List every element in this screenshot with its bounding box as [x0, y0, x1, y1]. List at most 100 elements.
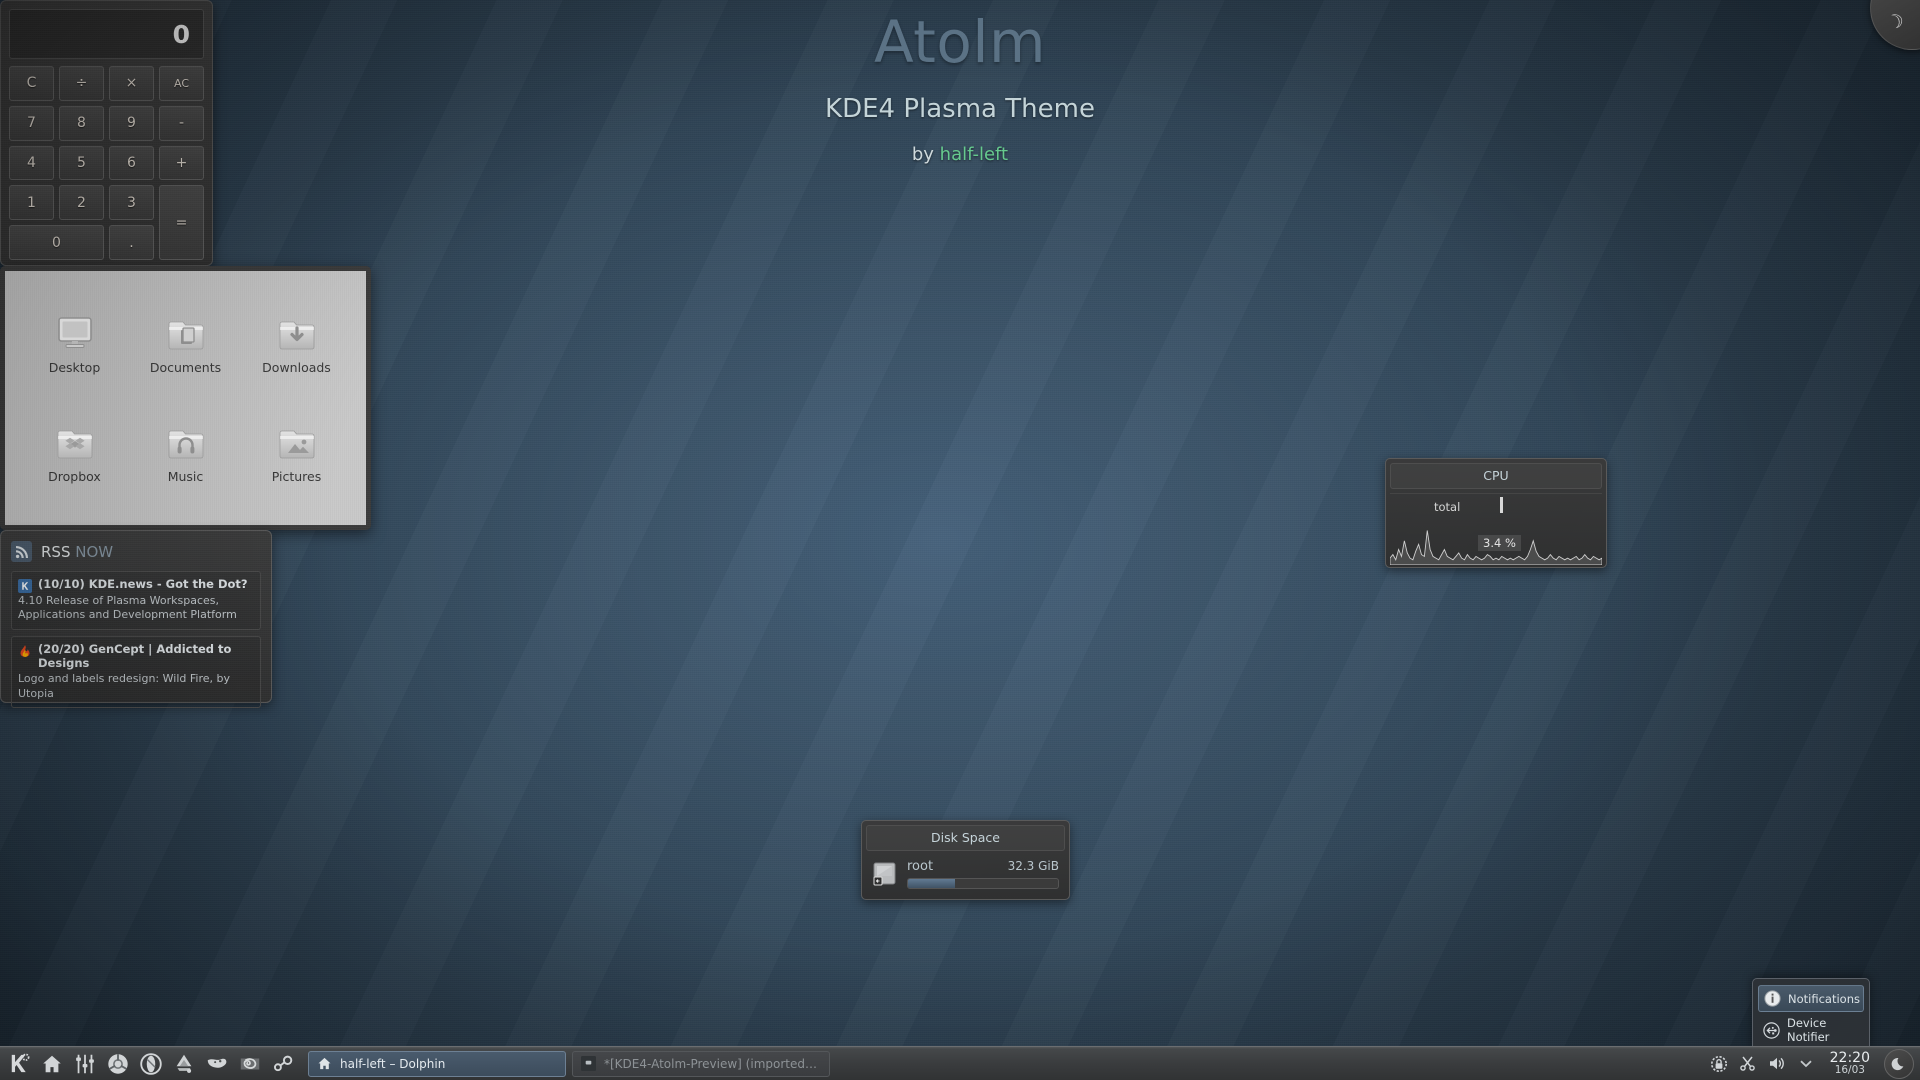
opera-icon[interactable]	[135, 1049, 166, 1079]
folder-view-widget[interactable]: Desktop Documents Downloads Dropbox Musi…	[0, 266, 371, 530]
cpu-total-label: total	[1434, 500, 1461, 514]
info-icon	[1764, 990, 1781, 1007]
folder-item-documents[interactable]: Documents	[130, 289, 241, 398]
folder-item-label: Documents	[149, 359, 222, 375]
page-title: Atolm	[874, 8, 1046, 76]
taskbar-task-label: *[KDE4-Atolm-Preview] (imported)-2.0 (R	[604, 1056, 821, 1071]
inkscape-icon[interactable]	[168, 1049, 199, 1079]
cpu-current-bar	[1500, 497, 1503, 513]
folder-item-label: Dropbox	[48, 468, 101, 484]
gimp-icon[interactable]	[201, 1049, 232, 1079]
rss-title-suffix: NOW	[75, 542, 114, 561]
harddisk-icon	[873, 862, 896, 886]
folder-item-label: Pictures	[271, 468, 322, 484]
moon-icon[interactable]	[1884, 1048, 1914, 1079]
disk-usage-fill	[908, 879, 955, 888]
disk-size-label: 32.3 GiB	[1007, 859, 1059, 873]
lock-icon[interactable]	[1709, 1054, 1729, 1074]
flame-icon	[18, 643, 32, 657]
folder-item-label: Music	[167, 468, 204, 484]
folder-documents-icon	[164, 313, 208, 353]
taskbar-task[interactable]: *[KDE4-Atolm-Preview] (imported)-2.0 (R	[572, 1050, 830, 1077]
panel-task-list[interactable]: half-left – Dolphin *[KDE4-Atolm-Preview…	[308, 1050, 830, 1077]
rss-item-title: (20/20) GenCept | Addicted to Designs	[38, 641, 232, 670]
byline-prefix: by	[911, 144, 940, 165]
klipper-icon[interactable]	[1738, 1054, 1758, 1074]
rss-item-list[interactable]: (10/10) KDE.news - Got the Dot? 4.10 Rel…	[11, 571, 261, 708]
rss-item-head: (20/20) GenCept | Addicted to Designs	[18, 642, 254, 671]
byline-author: half-left	[939, 144, 1009, 165]
disk-info: root 32.3 GiB	[907, 859, 1059, 889]
folder-music-icon	[164, 422, 208, 462]
notification-row-device-notifier[interactable]: Device Notifier	[1758, 1012, 1864, 1048]
taskbar-task-label: half-left – Dolphin	[340, 1056, 446, 1071]
rss-item-description: 4.10 Release of Plasma Workspaces, Appli…	[18, 594, 237, 622]
rss-title: RSS NOW	[41, 543, 113, 561]
folder-dropbox-icon	[53, 422, 97, 462]
system-tray[interactable]: 22:20 16/03	[1709, 1048, 1920, 1079]
disk-usage-bar	[907, 878, 1059, 889]
panel-launchers[interactable]	[0, 1049, 298, 1079]
moon-icon: ☽	[1884, 8, 1908, 36]
folder-item-label: Desktop	[48, 359, 101, 375]
folder-item-dropbox[interactable]: Dropbox	[19, 398, 130, 507]
clock-date: 16/03	[1834, 1064, 1865, 1077]
folder-downloads-icon	[275, 313, 319, 353]
rss-feed-icon	[11, 541, 32, 562]
gimp-window-icon	[581, 1055, 597, 1072]
folder-item-downloads[interactable]: Downloads	[241, 289, 352, 398]
volume-icon[interactable]	[1767, 1054, 1787, 1074]
folder-item-desktop[interactable]: Desktop	[19, 289, 130, 398]
notification-row-label: Device Notifier	[1787, 1016, 1830, 1044]
rss-now-widget[interactable]: RSS NOW (10/10) KDE.news - Got the Dot? …	[0, 530, 272, 708]
cpu-value-label: 3.4 %	[1478, 535, 1521, 551]
chrome-icon[interactable]	[102, 1049, 133, 1079]
clock-time: 22:20	[1829, 1049, 1870, 1066]
usb-icon	[1763, 1021, 1780, 1039]
kde-icon	[18, 578, 32, 593]
calc-key-decimal[interactable]: .	[109, 225, 154, 260]
calc-key-zero[interactable]: 0	[9, 225, 104, 260]
disk-name-label: root	[907, 859, 934, 874]
desktop-wallpaper[interactable]: Atolm KDE4 Plasma Theme by half-left ☽ 0…	[0, 0, 1920, 1080]
taskbar-task[interactable]: half-left – Dolphin	[308, 1050, 566, 1077]
chevron-down-icon[interactable]	[1796, 1054, 1816, 1074]
rss-header: RSS NOW	[11, 541, 261, 562]
calc-key-three[interactable]: 3	[109, 185, 154, 221]
disk-space-title: Disk Space	[866, 825, 1065, 851]
folder-item-pictures[interactable]: Pictures	[241, 398, 352, 507]
calc-key-equals[interactable]: =	[159, 185, 204, 260]
disk-info-top: root 32.3 GiB	[907, 859, 1059, 874]
page-subtitle: KDE4 Plasma Theme	[825, 94, 1095, 124]
home-icon	[317, 1056, 333, 1072]
folder-item-music[interactable]: Music	[130, 398, 241, 507]
notification-row-label: Notifications	[1788, 991, 1860, 1006]
disk-space-widget[interactable]: Disk Space root 32.3 GiB	[861, 820, 1070, 900]
byline: by half-left	[0, 144, 1920, 165]
cpu-monitor-widget[interactable]: CPU total 3.4 %	[1385, 458, 1607, 568]
panel-clock[interactable]: 22:20 16/03	[1825, 1049, 1875, 1077]
rss-item-description: Logo and labels redesign: Wild Fire, by …	[18, 672, 230, 700]
steam-icon[interactable]	[267, 1049, 298, 1079]
kde-menu-icon[interactable]	[3, 1049, 34, 1079]
rss-title-main: RSS	[41, 542, 71, 561]
folder-view-grid[interactable]: Desktop Documents Downloads Dropbox Musi…	[19, 289, 352, 507]
notification-popup[interactable]: Notifications Device Notifier	[1752, 978, 1870, 1050]
calc-key-one[interactable]: 1	[9, 185, 54, 221]
cpu-monitor-title: CPU	[1390, 463, 1602, 489]
rss-item-title: (10/10) KDE.news - Got the Dot?	[38, 577, 248, 591]
folder-pictures-icon	[275, 422, 319, 462]
monitor-icon	[53, 313, 97, 353]
cpu-monitor-body: total 3.4 %	[1390, 493, 1602, 565]
rss-item[interactable]: (20/20) GenCept | Addicted to Designs Lo…	[11, 635, 261, 708]
rss-item-head: (10/10) KDE.news - Got the Dot?	[18, 577, 254, 593]
disk-space-row[interactable]: root 32.3 GiB	[866, 851, 1065, 889]
nvidia-icon[interactable]	[234, 1049, 265, 1079]
notification-row-notifications[interactable]: Notifications	[1758, 985, 1864, 1012]
home-icon[interactable]	[36, 1049, 67, 1079]
folder-item-label: Downloads	[262, 359, 331, 375]
settings-icon[interactable]	[69, 1049, 100, 1079]
calc-key-two[interactable]: 2	[59, 185, 104, 221]
rss-item[interactable]: (10/10) KDE.news - Got the Dot? 4.10 Rel…	[11, 571, 261, 630]
taskbar-panel[interactable]: half-left – Dolphin *[KDE4-Atolm-Preview…	[0, 1046, 1920, 1080]
